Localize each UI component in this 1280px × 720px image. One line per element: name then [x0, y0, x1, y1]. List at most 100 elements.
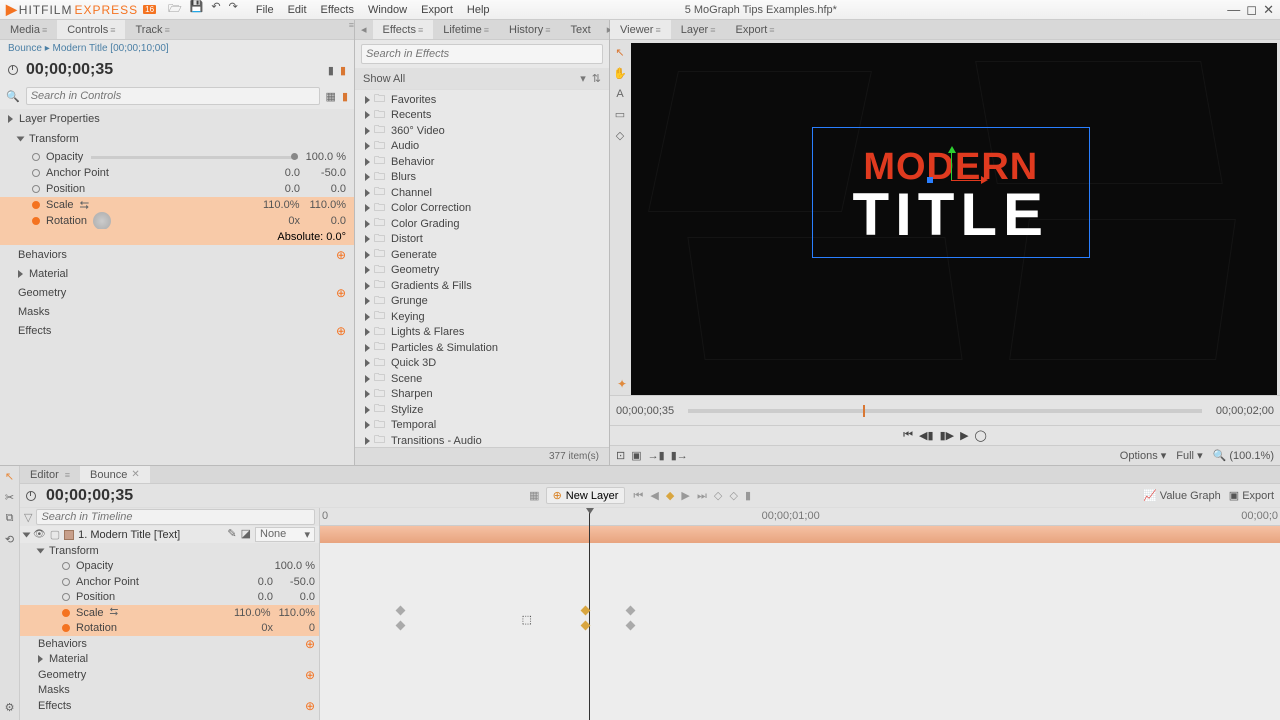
selected-text-layer[interactable]: MODERN TITLE: [812, 127, 1090, 257]
effects-filter[interactable]: Show All ▾⇅: [355, 68, 609, 90]
tab-viewer[interactable]: Viewer≡: [610, 20, 671, 39]
sub-behaviors[interactable]: Behaviors⊕: [0, 245, 354, 265]
menu-window[interactable]: Window: [368, 4, 407, 16]
effects-folder-particles-simulation[interactable]: 🗀Particles & Simulation: [355, 340, 609, 356]
tl-rate-tool-icon[interactable]: ⟲: [5, 533, 14, 546]
menu-help[interactable]: Help: [467, 4, 490, 16]
save-icon[interactable]: 💾: [190, 0, 204, 19]
effects-folder-audio[interactable]: 🗀Audio: [355, 139, 609, 155]
tl-geometry[interactable]: Geometry⊕: [20, 667, 319, 683]
kf-nav-dot[interactable]: ◇: [714, 490, 722, 502]
timeline-search-input[interactable]: [36, 509, 315, 525]
orbit-tool-icon[interactable]: ✦: [617, 377, 627, 391]
effects-folder-keying[interactable]: 🗀Keying: [355, 309, 609, 325]
effects-folder-gradients-fills[interactable]: 🗀Gradients & Fills: [355, 278, 609, 294]
zoom-readout[interactable]: 🔍 (100.1%): [1213, 449, 1274, 462]
sort-icon[interactable]: ⇅: [592, 72, 601, 85]
transform-header[interactable]: Transform: [0, 129, 354, 149]
hand-tool-icon[interactable]: ✋: [613, 67, 627, 80]
effects-folder-favorites[interactable]: 🗀Favorites: [355, 92, 609, 108]
tab-history[interactable]: History≡: [499, 20, 561, 39]
tl-filter-icon[interactable]: ▽: [24, 511, 32, 524]
blend-mode-dropdown[interactable]: None▾: [255, 527, 315, 542]
opacity-slider[interactable]: [91, 156, 297, 159]
close-icon[interactable]: ✕: [1263, 2, 1274, 18]
effects-folder-color-correction[interactable]: 🗀Color Correction: [355, 201, 609, 217]
kf-add-icon[interactable]: ◆: [666, 490, 674, 502]
kf-last-icon[interactable]: ⏭: [697, 490, 707, 502]
clip-bar[interactable]: [320, 526, 1280, 543]
timeline-tracks[interactable]: 0 00;00;01;00 00;00;0 ⬚: [320, 508, 1280, 720]
prop-scale[interactable]: Scale ⮀ 110.0%110.0%: [0, 197, 354, 213]
maximize-icon[interactable]: ◻: [1246, 2, 1257, 18]
panel-menu-icon[interactable]: ≡: [349, 20, 354, 39]
kf-nav-dot3[interactable]: ▮: [745, 490, 751, 502]
grid-view-icon[interactable]: ▦: [326, 90, 336, 103]
tl-rotation[interactable]: Rotation0x0: [20, 621, 319, 637]
kf-scale-1[interactable]: [395, 606, 405, 616]
panel-prev-icon[interactable]: ◂: [355, 20, 373, 39]
kf-next-icon[interactable]: ▶: [681, 490, 689, 502]
tl-effects[interactable]: Effects⊕: [20, 698, 319, 714]
tab-editor[interactable]: Editor≡: [20, 466, 80, 483]
sub-geometry[interactable]: Geometry⊕: [0, 283, 354, 303]
value-graph-button[interactable]: 📈 Value Graph: [1143, 489, 1221, 502]
options-dropdown[interactable]: Options ▾: [1120, 449, 1167, 462]
aspect-icon[interactable]: ⊡: [616, 449, 625, 462]
layer-properties-header[interactable]: Layer Properties: [0, 109, 354, 129]
tl-timecode[interactable]: 00;00;00;35: [46, 487, 133, 505]
kf-scale-3[interactable]: [626, 606, 636, 616]
tl-snap-icon[interactable]: ▦: [529, 489, 539, 502]
tl-select-tool-icon[interactable]: ↖: [5, 470, 14, 483]
effects-folder-temporal[interactable]: 🗀Temporal: [355, 418, 609, 434]
prop-rotation[interactable]: Rotation 0x0.0: [0, 213, 354, 229]
export-button[interactable]: ▣ Export: [1229, 489, 1274, 502]
timeline-ruler[interactable]: 0 00;00;01;00 00;00;0: [320, 508, 1280, 526]
tl-slice-tool-icon[interactable]: ✂: [5, 491, 14, 504]
effects-folder-transitions-audio[interactable]: 🗀Transitions - Audio: [355, 433, 609, 447]
sub-material[interactable]: Material: [0, 265, 354, 283]
timecode-display[interactable]: 00;00;00;35: [26, 61, 113, 79]
link-icon[interactable]: ⮀: [80, 198, 90, 213]
open-icon[interactable]: 🗁: [168, 0, 182, 19]
tab-effects[interactable]: Effects≡: [373, 20, 434, 39]
safezone-icon[interactable]: ▣: [631, 449, 641, 462]
effects-folder-geometry[interactable]: 🗀Geometry: [355, 263, 609, 279]
effects-folder-quick-3d[interactable]: 🗀Quick 3D: [355, 356, 609, 372]
list-view-icon[interactable]: ▮: [342, 90, 348, 103]
effects-folder-recents[interactable]: 🗀Recents: [355, 108, 609, 124]
menu-file[interactable]: File: [256, 4, 274, 16]
search-icon[interactable]: 🔍: [6, 90, 20, 103]
tl-opacity[interactable]: Opacity100.0 %: [20, 559, 319, 575]
undo-icon[interactable]: ↶: [211, 0, 220, 19]
kf-toggle-position[interactable]: [32, 185, 40, 193]
tl-add-geometry-icon[interactable]: ⊕: [305, 668, 315, 682]
select-tool-icon[interactable]: ↖: [615, 46, 624, 59]
effects-folder-distort[interactable]: 🗀Distort: [355, 232, 609, 248]
step-back-icon[interactable]: ◀▮: [919, 429, 934, 442]
menu-edit[interactable]: Edit: [288, 4, 307, 16]
tl-add-behavior-icon[interactable]: ⊕: [305, 637, 315, 651]
sub-effects[interactable]: Effects⊕: [0, 321, 354, 341]
tab-bounce[interactable]: Bounce✕: [80, 466, 150, 483]
tab-export[interactable]: Export≡: [726, 20, 785, 39]
tl-material[interactable]: Material: [20, 652, 319, 668]
tl-add-effect-icon[interactable]: ⊕: [305, 699, 315, 713]
gear-icon[interactable]: ⚙: [5, 701, 15, 714]
layer-row-modern-title[interactable]: 👁 ▢ 1. Modern Title [Text] ✎ ◪ None▾: [20, 526, 319, 543]
tab-text[interactable]: Text: [561, 20, 601, 39]
tab-track[interactable]: Track≡: [125, 20, 179, 39]
kf-toggle-scale[interactable]: [32, 201, 40, 209]
rect-tool-icon[interactable]: ▭: [615, 108, 625, 121]
tl-transform-header[interactable]: Transform: [20, 543, 319, 559]
text-tool-icon[interactable]: A: [616, 88, 623, 100]
rotation-dial[interactable]: [93, 212, 111, 230]
tl-position[interactable]: Position0.00.0: [20, 590, 319, 606]
fx-icon[interactable]: ◪: [241, 527, 251, 542]
go-start-icon[interactable]: ⏮: [903, 429, 913, 442]
effects-folder-generate[interactable]: 🗀Generate: [355, 247, 609, 263]
effects-folder-lights-flares[interactable]: 🗀Lights & Flares: [355, 325, 609, 341]
add-behavior-icon[interactable]: ⊕: [336, 248, 346, 262]
prop-anchor[interactable]: Anchor Point 0.0-50.0: [0, 165, 354, 181]
tab-layer[interactable]: Layer≡: [671, 20, 726, 39]
